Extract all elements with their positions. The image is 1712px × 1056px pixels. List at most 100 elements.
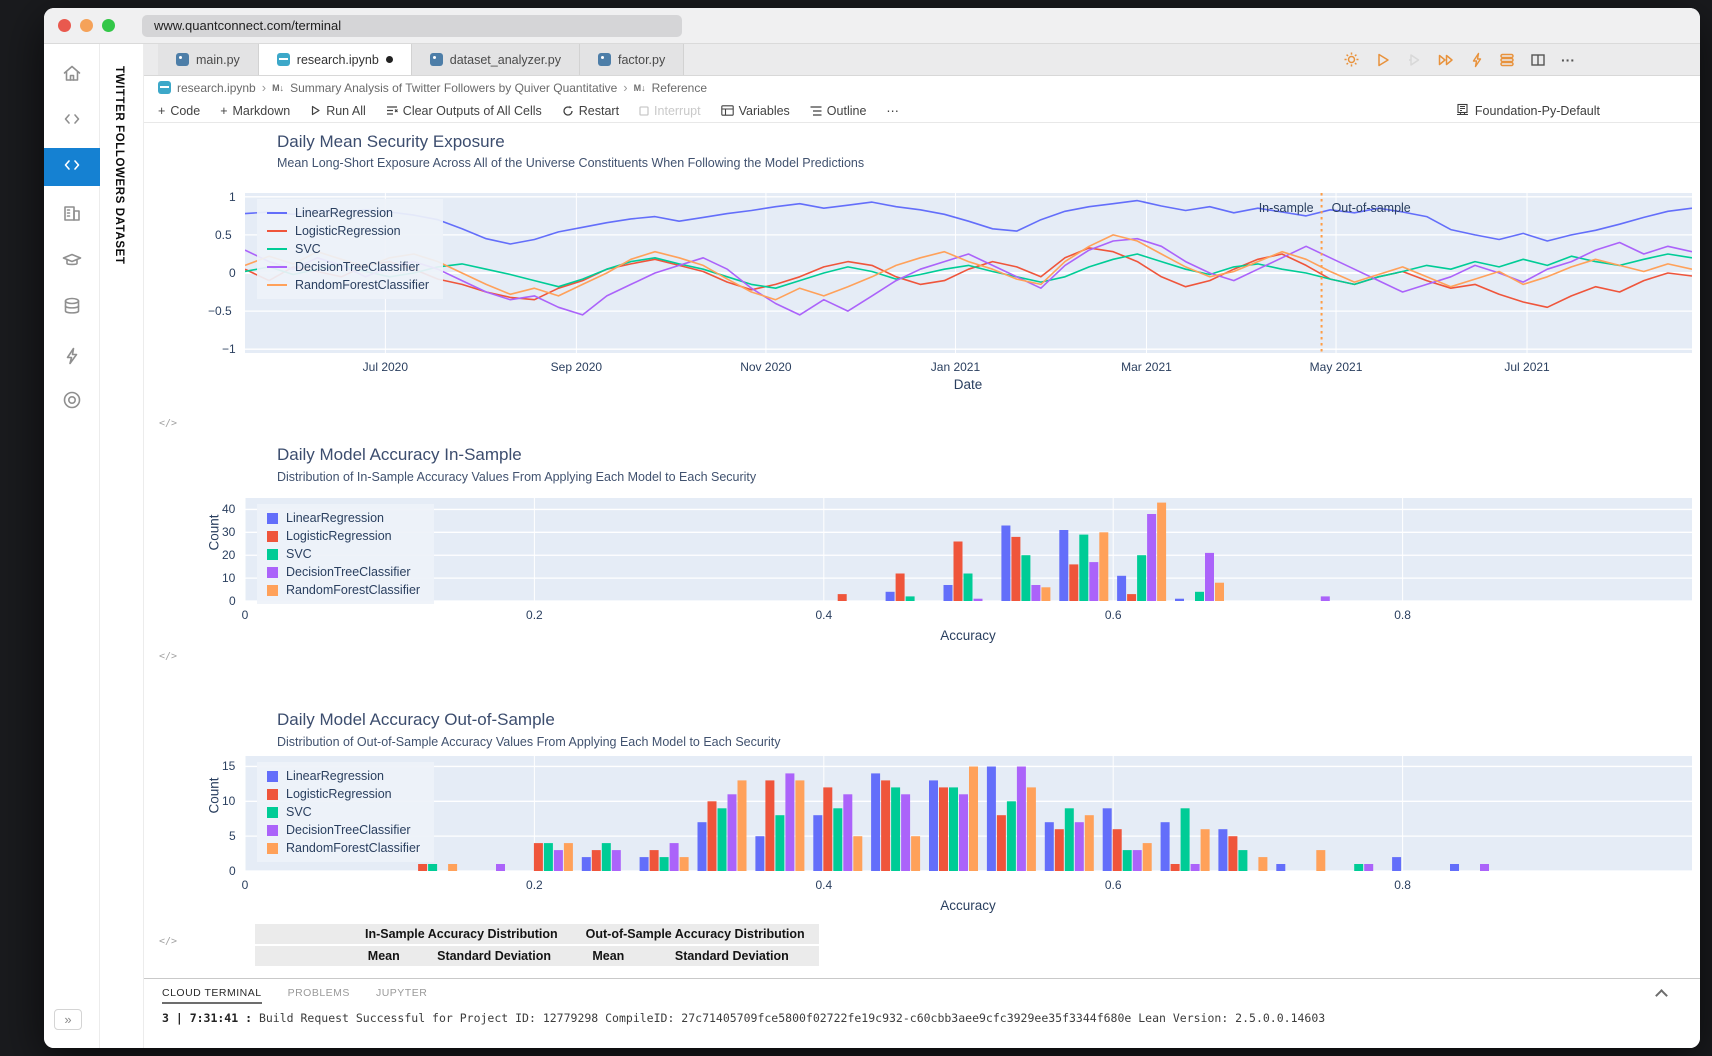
close-window-button[interactable] <box>58 19 71 32</box>
chart2-subtitle: Distribution of In-Sample Accuracy Value… <box>277 470 756 484</box>
tab-cloud-terminal[interactable]: CLOUD TERMINAL <box>162 987 262 1004</box>
sidebar-item-home[interactable] <box>44 56 100 94</box>
sidebar-item-live[interactable] <box>44 339 100 377</box>
cell-output-marker[interactable]: </> <box>159 418 177 429</box>
insample-histogram-chart[interactable] <box>245 498 1692 601</box>
interrupt-button[interactable]: Interrupt <box>639 104 701 118</box>
address-bar[interactable]: www.quantconnect.com/terminal <box>142 15 682 37</box>
table-col-mean-insample: Mean <box>351 946 417 966</box>
sidebar-item-organization[interactable] <box>44 196 100 234</box>
legend-item-decisiontreeclassifier[interactable]: DecisionTreeClassifier <box>267 260 429 274</box>
terminal-tabs: CLOUD TERMINAL PROBLEMS JUPYTER <box>144 979 1700 1004</box>
axis-tick-label: 40 <box>222 502 235 516</box>
axis-tick-label: Jan 2021 <box>931 360 980 374</box>
outline-button[interactable]: Outline <box>810 104 867 118</box>
cell-output-marker[interactable]: </> <box>159 651 177 662</box>
legend-item-decisiontreeclassifier[interactable]: DecisionTreeClassifier <box>267 565 420 579</box>
breadcrumb: research.ipynb › M↓ Summary Analysis of … <box>144 76 1700 99</box>
run-backtest-icon[interactable] <box>1375 52 1391 68</box>
breadcrumb-file[interactable]: research.ipynb <box>177 81 256 95</box>
cell-output-marker[interactable]: </> <box>159 936 177 947</box>
axis-tick-label: 0 <box>242 878 249 892</box>
restart-icon <box>562 105 574 117</box>
sidebar-item-education[interactable] <box>44 243 100 281</box>
maximize-window-button[interactable] <box>102 19 115 32</box>
axis-tick-label: 0 <box>229 594 236 608</box>
add-code-button[interactable]: +Code <box>158 104 200 118</box>
legend-item-svc[interactable]: SVC <box>267 805 420 819</box>
legend-swatch-icon <box>267 567 278 578</box>
dataset-panel-strip[interactable]: TWITTER FOLLOWERS DATASET <box>100 44 144 1048</box>
debug-icon[interactable] <box>1406 52 1422 68</box>
legend-swatch-icon <box>267 549 278 560</box>
run-all-button[interactable]: Run All <box>310 104 366 118</box>
legend-item-randomforestclassifier[interactable]: RandomForestClassifier <box>267 583 420 597</box>
more-actions-icon[interactable]: ··· <box>1561 52 1575 68</box>
tab-factor-py[interactable]: factor.py <box>580 44 684 75</box>
legend-item-linearregression[interactable]: LinearRegression <box>267 511 420 525</box>
exposure-line-chart[interactable] <box>245 193 1692 353</box>
axis-tick-label: 15 <box>222 759 235 773</box>
toolbar-more-button[interactable]: ⋯ <box>886 103 899 118</box>
legend-label: SVC <box>286 547 312 561</box>
legend-label: LogisticRegression <box>295 224 401 238</box>
legend-item-randomforestclassifier[interactable]: RandomForestClassifier <box>267 841 420 855</box>
settings-gear-icon[interactable] <box>1343 51 1360 68</box>
unsaved-dot-icon <box>386 56 393 63</box>
legend-item-linearregression[interactable]: LinearRegression <box>267 769 420 783</box>
chart1-subtitle: Mean Long-Short Exposure Across All of t… <box>277 156 864 170</box>
legend-item-logisticregression[interactable]: LogisticRegression <box>267 224 429 238</box>
code-brackets-icon <box>61 108 83 135</box>
variables-button[interactable]: Variables <box>721 104 790 118</box>
sidebar-item-data[interactable] <box>44 289 100 327</box>
legend-swatch-icon <box>267 789 278 800</box>
legend-item-logisticregression[interactable]: LogisticRegression <box>267 529 420 543</box>
breadcrumb-subsection[interactable]: Reference <box>652 81 707 95</box>
notebook-toolbar: +Code +Markdown Run All Clear Outputs of… <box>144 99 1700 123</box>
breadcrumb-section[interactable]: Summary Analysis of Twitter Followers by… <box>290 81 617 95</box>
legend-item-linearregression[interactable]: LinearRegression <box>267 206 429 220</box>
restart-kernel-button[interactable]: Restart <box>562 104 619 118</box>
tab-main-py[interactable]: main.py <box>158 44 259 75</box>
table-group-header-insample: In-Sample Accuracy Distribution <box>351 924 572 944</box>
sidebar-item-editor-active[interactable] <box>44 148 100 186</box>
sidebar-item-code[interactable] <box>44 102 100 140</box>
clear-outputs-button[interactable]: Clear Outputs of All Cells <box>386 104 542 118</box>
chart2-title: Daily Model Accuracy In-Sample <box>277 445 522 465</box>
tab-problems[interactable]: PROBLEMS <box>288 987 350 1004</box>
legend-item-svc[interactable]: SVC <box>267 242 429 256</box>
tab-jupyter[interactable]: JUPYTER <box>376 987 427 1004</box>
axis-tick-label: Sep 2020 <box>551 360 602 374</box>
server-stack-icon[interactable] <box>1499 52 1515 68</box>
outline-icon <box>810 106 822 116</box>
live-lightning-icon[interactable] <box>1470 52 1484 68</box>
chart1-title: Daily Mean Security Exposure <box>277 132 505 152</box>
chart2-xaxis-title: Accuracy <box>940 628 996 643</box>
breadcrumb-separator: › <box>262 80 266 95</box>
legend-swatch-icon <box>267 825 278 836</box>
fast-forward-icon[interactable] <box>1437 52 1455 68</box>
axis-tick-label: 0.5 <box>215 228 232 242</box>
split-editor-icon[interactable] <box>1530 52 1546 68</box>
legend-item-logisticregression[interactable]: LogisticRegression <box>267 787 420 801</box>
tab-research-ipynb[interactable]: research.ipynb <box>259 44 412 75</box>
legend-item-svc[interactable]: SVC <box>267 547 420 561</box>
legend-item-randomforestclassifier[interactable]: RandomForestClassifier <box>267 278 429 292</box>
markdown-cell-badge: M↓ <box>634 83 646 93</box>
add-markdown-button[interactable]: +Markdown <box>220 104 290 118</box>
outofsample-histogram-chart[interactable] <box>245 756 1692 871</box>
sidebar-expand-button[interactable]: » <box>54 1009 82 1030</box>
minimize-window-button[interactable] <box>80 19 93 32</box>
chart3-subtitle: Distribution of Out-of-Sample Accuracy V… <box>277 735 780 749</box>
tab-label: dataset_analyzer.py <box>450 53 561 67</box>
axis-tick-label: 10 <box>222 571 235 585</box>
legend-swatch-icon <box>267 266 287 268</box>
legend-item-decisiontreeclassifier[interactable]: DecisionTreeClassifier <box>267 823 420 837</box>
axis-tick-label: 5 <box>229 829 236 843</box>
chart2-legend: LinearRegression LogisticRegression SVC Dec… <box>257 504 434 604</box>
legend-label: LinearRegression <box>286 511 384 525</box>
kernel-environment-icon <box>1456 103 1469 119</box>
kernel-selector[interactable]: Foundation-Py-Default <box>1456 103 1700 119</box>
sidebar-item-support[interactable] <box>44 383 100 421</box>
tab-dataset-analyzer-py[interactable]: dataset_analyzer.py <box>412 44 580 75</box>
